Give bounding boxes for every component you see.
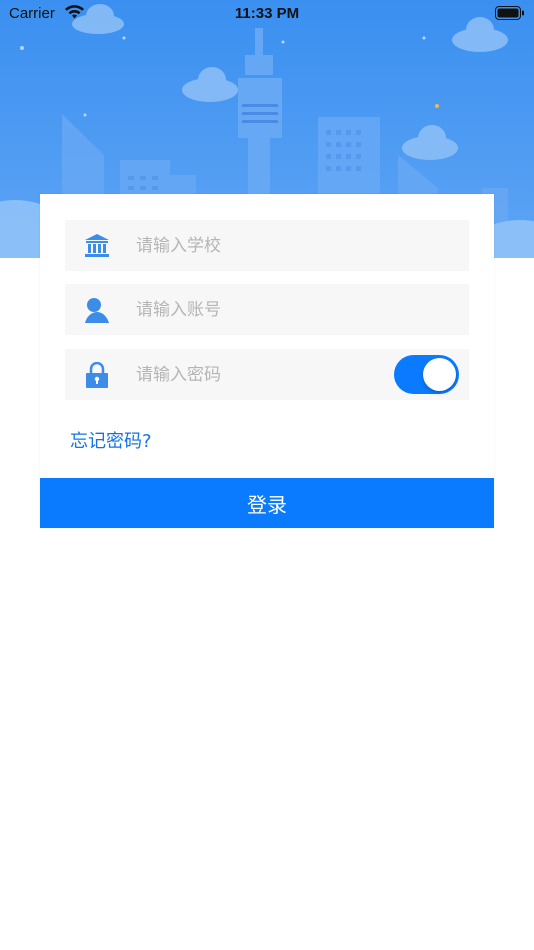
school-field bbox=[65, 220, 469, 271]
login-screen: Carrier 11:33 PM 请输入学校 请输入账号 忘记密码? 登录 bbox=[0, 0, 534, 950]
forgot-password-link[interactable]: 忘记密码? bbox=[70, 427, 152, 453]
bank-building-icon bbox=[85, 234, 109, 257]
password-visibility-toggle[interactable] bbox=[394, 355, 459, 394]
login-button[interactable]: 登录 bbox=[40, 478, 494, 528]
padlock-icon bbox=[86, 362, 108, 388]
status-time: 11:33 PM bbox=[234, 5, 300, 22]
school-input[interactable] bbox=[136, 220, 386, 271]
password-field bbox=[65, 349, 469, 400]
person-icon bbox=[85, 298, 109, 323]
status-bar: Carrier 11:33 PM bbox=[0, 0, 534, 28]
login-card: 忘记密码? 登录 bbox=[40, 194, 494, 528]
battery-icon bbox=[495, 6, 524, 20]
password-input[interactable] bbox=[136, 349, 386, 400]
account-input[interactable] bbox=[136, 284, 386, 335]
account-field bbox=[65, 284, 469, 335]
toggle-knob bbox=[423, 358, 456, 391]
